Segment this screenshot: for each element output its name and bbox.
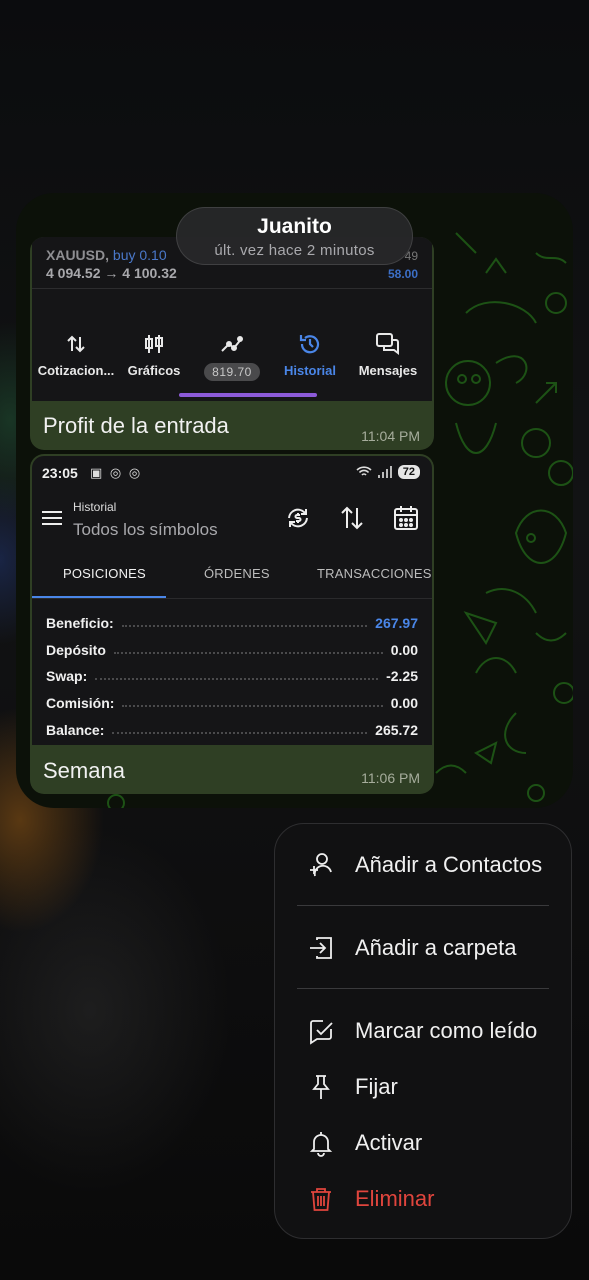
- folder-move-icon: [310, 937, 332, 959]
- nav-item-quotes: Cotizacion...: [36, 329, 116, 378]
- mark-read-icon: [310, 1020, 333, 1045]
- menu-item-activate[interactable]: Activar: [275, 1118, 571, 1168]
- nav-item-charts: Gráficos: [114, 329, 194, 378]
- screenshot-image: 23:05 ▣ ◎ ◎ 72 Historial Todos los símbo…: [32, 456, 432, 745]
- nav-indicator: [179, 393, 317, 397]
- message-caption: Profit de la entrada: [43, 413, 229, 438]
- message-bubble-photo-1[interactable]: XAUUSD, buy 0.10 4 094.52 → 4 100.32 49 …: [30, 237, 434, 450]
- menu-item-delete[interactable]: Eliminar: [275, 1174, 571, 1224]
- nav-item-trade: 819.70: [192, 329, 272, 381]
- message-time: 11:06 PM: [361, 770, 420, 786]
- context-menu: Añadir a Contactos Añadir a carpeta Marc…: [274, 823, 572, 1239]
- sort-icon: [341, 506, 363, 530]
- menu-icon: [42, 511, 62, 525]
- trade-symbol: XAUUSD, buy 0.10: [46, 247, 167, 263]
- nav-item-messages: Mensajes: [348, 329, 428, 378]
- menu-separator: [297, 905, 549, 906]
- signal-icon: [377, 466, 392, 478]
- trade-icon: [221, 336, 243, 352]
- tab-orders: ÓRDENES: [204, 566, 270, 581]
- status-right: 72: [356, 465, 420, 479]
- summary-rows: Beneficio: 267.97 Depósito 0.00 Swap: -2.25…: [46, 610, 418, 743]
- nav-item-history: Historial: [270, 329, 350, 378]
- divider: [32, 288, 432, 289]
- contact-name: Juanito: [257, 215, 332, 238]
- tab-transactions: TRANSACCIONES: [317, 566, 432, 581]
- summary-row-commission: Comisión: 0.00: [46, 695, 418, 712]
- status-time: 23:05: [42, 465, 78, 481]
- messages-icon: [376, 333, 399, 355]
- notification-icons: ▣ ◎ ◎: [90, 465, 143, 480]
- history-tabs: POSICIONES ÓRDENES TRANSACCIONES: [32, 554, 432, 598]
- summary-row-swap: Swap: -2.25: [46, 668, 418, 685]
- wifi-icon: [356, 466, 372, 476]
- refresh-dollar-icon: [288, 508, 308, 528]
- app-actions: [284, 504, 420, 532]
- history-icon: [299, 335, 320, 354]
- menu-separator: [297, 988, 549, 989]
- menu-item-add-folder[interactable]: Añadir a carpeta: [275, 923, 571, 973]
- add-contact-icon: [310, 853, 332, 877]
- message-time: 11:04 PM: [361, 428, 420, 444]
- menu-item-mark-read[interactable]: Marcar como leído: [275, 1006, 571, 1056]
- trade-prices: 4 094.52 → 4 100.32: [46, 265, 177, 281]
- calendar-icon: [394, 506, 418, 530]
- summary-row-balance: Balance: 265.72: [46, 721, 418, 738]
- app-title-small: Historial: [73, 500, 117, 514]
- message-bubble-photo-2[interactable]: 23:05 ▣ ◎ ◎ 72 Historial Todos los símbo…: [30, 454, 434, 794]
- divider: [32, 598, 432, 599]
- tab-positions: POSICIONES: [63, 566, 146, 581]
- summary-row-deposit: Depósito 0.00: [46, 641, 418, 658]
- trade-profit: 58.00: [387, 267, 418, 281]
- menu-item-add-contact[interactable]: Añadir a Contactos: [275, 840, 571, 890]
- trash-icon: [311, 1188, 331, 1211]
- quotes-icon: [67, 335, 85, 353]
- menu-item-pin[interactable]: Fijar: [275, 1062, 571, 1112]
- phone-status-bar: 23:05 ▣ ◎ ◎ 72: [42, 465, 420, 485]
- bottom-nav: Cotizacion... Gráficos 819.70 Historial …: [32, 329, 432, 401]
- balance-pill: 819.70: [204, 363, 260, 381]
- chat-header[interactable]: Juanito últ. vez hace 2 minutos: [176, 207, 413, 265]
- bell-icon: [309, 1132, 333, 1157]
- app-bar: Historial Todos los símbolos: [32, 496, 432, 544]
- pin-icon: [312, 1075, 330, 1099]
- summary-row-profit: Beneficio: 267.97: [46, 615, 418, 632]
- app-title-symbols: Todos los símbolos: [73, 520, 218, 539]
- message-caption: Semana: [43, 758, 125, 783]
- candles-icon: [145, 335, 163, 353]
- battery-icon: 72: [397, 465, 420, 479]
- last-seen-status: últ. vez hace 2 minutos: [214, 242, 375, 259]
